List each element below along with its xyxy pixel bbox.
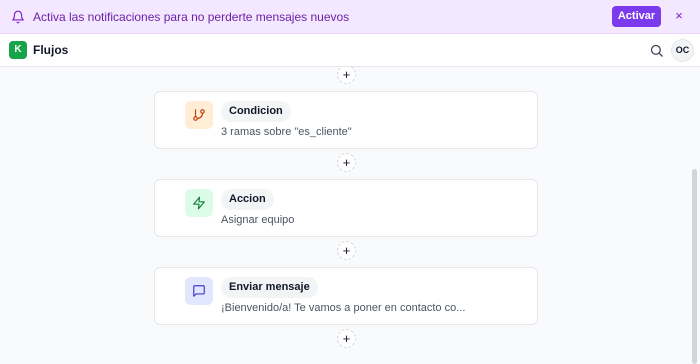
step-description: ¡Bienvenido/a! Te vamos a poner en conta… (221, 302, 466, 314)
step-card-send-message[interactable]: Enviar mensaje ¡Bienvenido/a! Te vamos a… (154, 267, 538, 325)
add-step-button[interactable]: + (337, 329, 356, 348)
user-avatar[interactable]: OC (671, 39, 694, 62)
step-type-tag: Condicion (221, 101, 291, 122)
lightning-icon (193, 196, 205, 210)
add-step-button[interactable]: + (337, 67, 356, 84)
bell-icon (12, 10, 24, 24)
app-logo: K (9, 41, 27, 59)
step-icon-box (185, 189, 213, 217)
add-step-button[interactable]: + (337, 153, 356, 172)
step-icon-box (185, 101, 213, 129)
step-description: Asignar equipo (221, 214, 295, 226)
close-icon[interactable]: × (672, 9, 686, 23)
message-icon (193, 285, 205, 297)
activate-notifications-button[interactable]: Activar (612, 6, 661, 27)
notification-banner: Activa las notificaciones para no perder… (0, 0, 700, 34)
app-header: K Flujos OC (0, 34, 700, 67)
step-type-tag: Accion (221, 189, 274, 210)
vertical-scrollbar[interactable] (692, 169, 697, 364)
git-branch-icon (193, 109, 205, 121)
banner-message: Activa las notificaciones para no perder… (33, 10, 350, 24)
step-icon-box (185, 277, 213, 305)
step-card-action[interactable]: Accion Asignar equipo (154, 179, 538, 237)
flow-canvas: + Condicion 3 ramas sobre "es_cliente" +… (0, 67, 700, 364)
step-description: 3 ramas sobre "es_cliente" (221, 126, 352, 138)
step-type-tag: Enviar mensaje (221, 277, 318, 298)
add-step-button[interactable]: + (337, 241, 356, 260)
page-title: Flujos (33, 43, 69, 57)
search-icon[interactable] (649, 43, 664, 58)
step-card-condition[interactable]: Condicion 3 ramas sobre "es_cliente" (154, 91, 538, 149)
